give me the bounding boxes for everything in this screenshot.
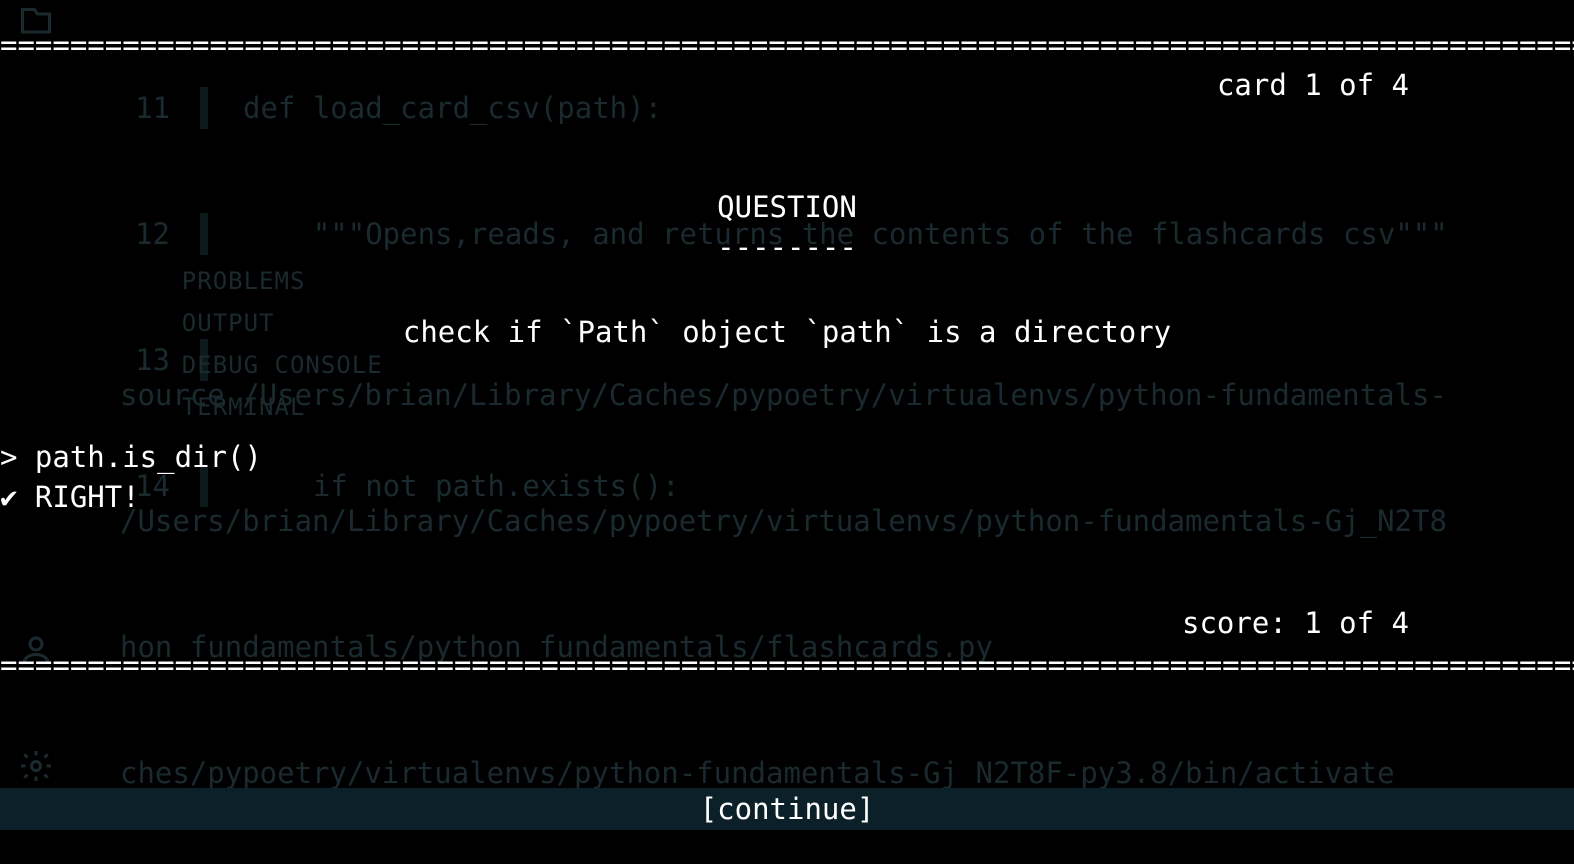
feedback-text: RIGHT! bbox=[35, 480, 140, 514]
rule-bottom: ========================================… bbox=[0, 648, 1574, 682]
continue-button[interactable]: [continue] bbox=[0, 788, 1574, 830]
continue-label: [continue] bbox=[700, 792, 875, 826]
question-text: check if `Path` object `path` is a direc… bbox=[0, 315, 1574, 349]
rule-top: ========================================… bbox=[0, 28, 1574, 62]
user-answer: path.is_dir() bbox=[35, 440, 262, 474]
question-label: QUESTION bbox=[0, 190, 1574, 224]
answer-line[interactable]: > path.is_dir() bbox=[0, 440, 262, 474]
feedback-line: ✔ RIGHT! bbox=[0, 480, 140, 514]
card-index: card 1 of 4 bbox=[1217, 68, 1409, 102]
score-text: score: 1 of 4 bbox=[1182, 606, 1409, 640]
question-underline: -------- bbox=[0, 230, 1574, 264]
answer-prompt-prefix: > bbox=[0, 440, 35, 474]
check-icon: ✔ bbox=[0, 480, 35, 514]
flashcard-overlay: ========================================… bbox=[0, 0, 1574, 864]
